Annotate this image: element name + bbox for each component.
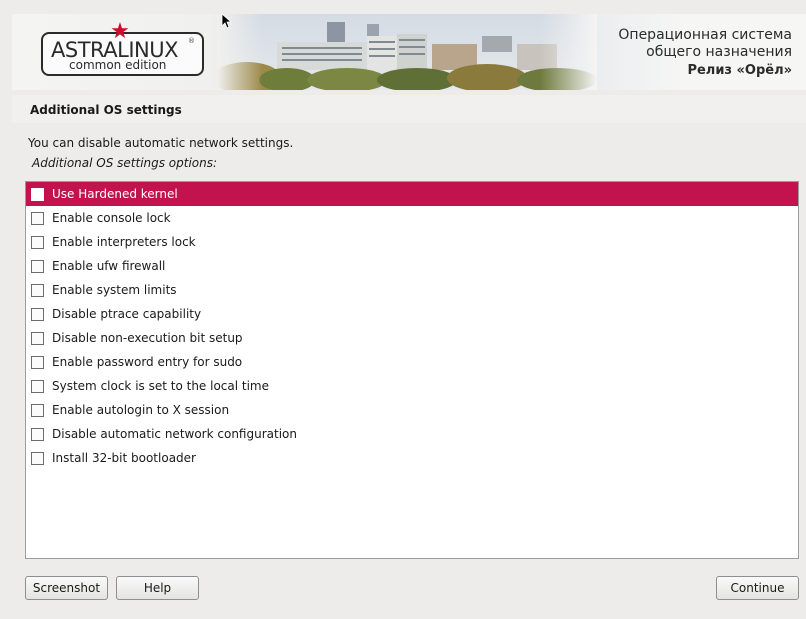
checkbox[interactable]: [31, 236, 44, 249]
option-system-clock-local-time[interactable]: System clock is set to the local time: [26, 374, 798, 398]
options-list[interactable]: Use Hardened kernel Enable console lock …: [25, 181, 799, 559]
red-star-icon: ★: [110, 19, 130, 44]
option-label: Enable autologin to X session: [52, 403, 230, 417]
option-use-hardened-kernel[interactable]: Use Hardened kernel: [26, 182, 798, 206]
logo-registered-mark: ®: [188, 37, 195, 45]
option-enable-autologin[interactable]: Enable autologin to X session: [26, 398, 798, 422]
option-enable-console-lock[interactable]: Enable console lock: [26, 206, 798, 230]
checkbox[interactable]: [31, 428, 44, 441]
options-label: Additional OS settings options:: [32, 156, 218, 170]
option-label: Enable interpreters lock: [52, 235, 196, 249]
page-description: You can disable automatic network settin…: [28, 136, 294, 150]
screenshot-button[interactable]: Screenshot: [25, 576, 108, 600]
option-label: System clock is set to the local time: [52, 379, 270, 393]
option-disable-auto-network[interactable]: Disable automatic network configuration: [26, 422, 798, 446]
option-label: Use Hardened kernel: [52, 187, 178, 201]
option-label: Enable password entry for sudo: [52, 355, 243, 369]
checkbox[interactable]: [31, 332, 44, 345]
option-label: Enable ufw firewall: [52, 259, 166, 273]
checkbox[interactable]: [31, 380, 44, 393]
option-label: Enable console lock: [52, 211, 171, 225]
help-button[interactable]: Help: [116, 576, 199, 600]
checkbox[interactable]: [31, 284, 44, 297]
page-title: Additional OS settings: [30, 103, 182, 117]
city-skyline-image: [217, 14, 597, 90]
option-enable-system-limits[interactable]: Enable system limits: [26, 278, 798, 302]
release-info: Операционная система общего назначения Р…: [618, 27, 792, 81]
option-disable-non-execution-bit[interactable]: Disable non-execution bit setup: [26, 326, 798, 350]
option-label: Disable automatic network configuration: [52, 427, 297, 441]
os-title-line2: общего назначения: [646, 44, 792, 60]
option-label: Disable non-execution bit setup: [52, 331, 243, 345]
release-name: Релиз «Орёл»: [687, 63, 792, 78]
option-enable-ufw-firewall[interactable]: Enable ufw firewall: [26, 254, 798, 278]
option-label: Enable system limits: [52, 283, 177, 297]
logo-edition: common edition: [69, 58, 167, 72]
checkbox[interactable]: [31, 308, 44, 321]
checkbox[interactable]: [31, 260, 44, 273]
continue-button[interactable]: Continue: [716, 576, 799, 600]
page-title-band: Additional OS settings: [12, 95, 806, 123]
checkbox[interactable]: [31, 404, 44, 417]
checkbox[interactable]: [31, 212, 44, 225]
option-label: Install 32-bit bootloader: [52, 451, 196, 465]
checkbox[interactable]: [31, 452, 44, 465]
option-install-32bit-bootloader[interactable]: Install 32-bit bootloader: [26, 446, 798, 470]
checkbox[interactable]: [31, 356, 44, 369]
option-label: Disable ptrace capability: [52, 307, 202, 321]
checkbox[interactable]: [31, 188, 44, 201]
os-title-line1: Операционная система: [618, 27, 792, 43]
option-disable-ptrace-capability[interactable]: Disable ptrace capability: [26, 302, 798, 326]
installer-banner: ASTRALINUX ® common edition ★ Операционн…: [12, 14, 806, 90]
option-enable-interpreters-lock[interactable]: Enable interpreters lock: [26, 230, 798, 254]
option-enable-sudo-password[interactable]: Enable password entry for sudo: [26, 350, 798, 374]
mouse-pointer-icon: [221, 13, 231, 29]
